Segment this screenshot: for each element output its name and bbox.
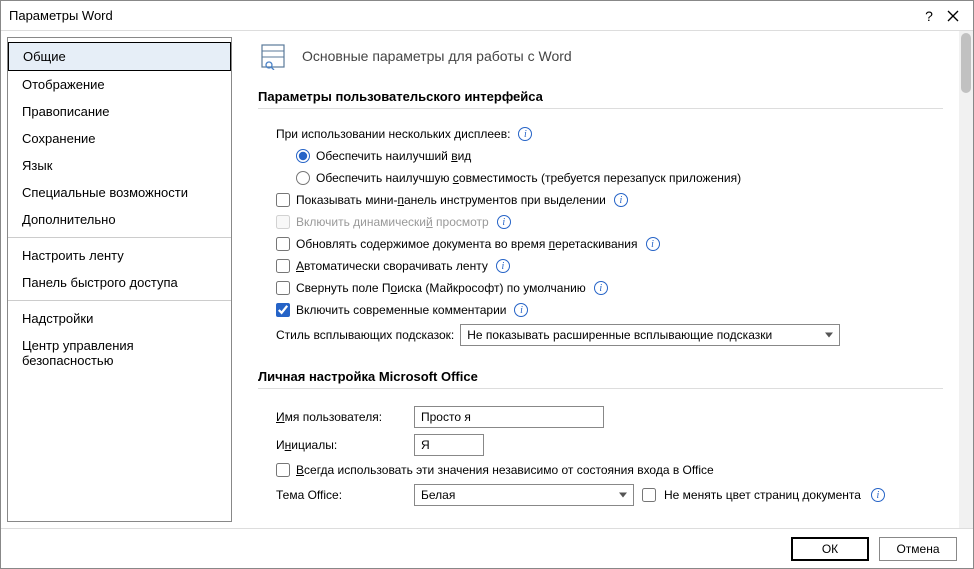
chk-always-use[interactable] xyxy=(276,463,290,477)
info-icon[interactable]: i xyxy=(496,259,510,273)
chk-modern-comments[interactable] xyxy=(276,303,290,317)
chk-auto-collapse-ribbon-label[interactable]: Автоматически сворачивать ленту xyxy=(296,259,488,273)
section-personal-title: Личная настройка Microsoft Office xyxy=(258,369,943,389)
help-icon[interactable]: ? xyxy=(917,4,941,28)
theme-dropdown[interactable]: Белая xyxy=(414,484,634,506)
sidebar-item-trust-center[interactable]: Центр управления безопасностью xyxy=(8,332,231,374)
content-pane: Основные параметры для работы с Word Пар… xyxy=(238,31,973,528)
close-icon[interactable] xyxy=(941,4,965,28)
tooltip-style-dropdown[interactable]: Не показывать расширенные всплывающие по… xyxy=(460,324,840,346)
initials-label: Инициалы: xyxy=(276,438,406,452)
section-ui-title: Параметры пользовательского интерфейса xyxy=(258,89,943,109)
window-title: Параметры Word xyxy=(9,8,917,23)
multi-display-label: При использовании нескольких дисплеев: xyxy=(276,127,510,141)
sidebar-item-language[interactable]: Язык xyxy=(8,152,231,179)
sidebar: Общие Отображение Правописание Сохранени… xyxy=(7,37,232,522)
ok-button[interactable]: ОК xyxy=(791,537,869,561)
chk-live-preview-label: Включить динамический просмотр xyxy=(296,215,489,229)
info-icon[interactable]: i xyxy=(614,193,628,207)
sidebar-item-customize-ribbon[interactable]: Настроить ленту xyxy=(8,242,231,269)
cancel-button[interactable]: Отмена xyxy=(879,537,957,561)
chk-mini-toolbar-label[interactable]: Показывать мини-панель инструментов при … xyxy=(296,193,606,207)
scrollbar[interactable] xyxy=(959,31,973,528)
username-label: Имя пользователя: xyxy=(276,410,406,424)
scrollbar-thumb[interactable] xyxy=(961,33,971,93)
sidebar-item-proofing[interactable]: Правописание xyxy=(8,98,231,125)
sidebar-item-save[interactable]: Сохранение xyxy=(8,125,231,152)
theme-value: Белая xyxy=(421,488,455,502)
radio-best-view[interactable] xyxy=(296,149,310,163)
radio-best-view-label[interactable]: Обеспечить наилучший вид xyxy=(316,149,471,163)
sidebar-separator xyxy=(8,237,231,238)
page-heading: Основные параметры для работы с Word xyxy=(302,48,572,64)
sidebar-item-general[interactable]: Общие xyxy=(8,42,231,71)
chk-modern-comments-label[interactable]: Включить современные комментарии xyxy=(296,303,506,317)
initials-input[interactable] xyxy=(414,434,484,456)
info-icon[interactable]: i xyxy=(497,215,511,229)
info-icon[interactable]: i xyxy=(871,488,885,502)
info-icon[interactable]: i xyxy=(514,303,528,317)
chk-collapse-search-label[interactable]: Свернуть поле Поиска (Майкрософт) по умо… xyxy=(296,281,586,295)
sidebar-item-advanced[interactable]: Дополнительно xyxy=(8,206,231,233)
chk-no-change-page-color[interactable] xyxy=(642,488,656,502)
chk-update-drag-label[interactable]: Обновлять содержимое документа во время … xyxy=(296,237,638,251)
tooltip-style-value: Не показывать расширенные всплывающие по… xyxy=(467,328,772,342)
info-icon[interactable]: i xyxy=(594,281,608,295)
info-icon[interactable]: i xyxy=(646,237,660,251)
chk-live-preview xyxy=(276,215,290,229)
chk-no-change-page-color-label[interactable]: Не менять цвет страниц документа xyxy=(664,488,861,502)
info-icon[interactable]: i xyxy=(518,127,532,141)
chk-update-drag[interactable] xyxy=(276,237,290,251)
settings-icon xyxy=(258,41,288,71)
chk-always-use-label[interactable]: Всегда использовать эти значения независ… xyxy=(296,463,714,477)
tooltip-style-label: Стиль всплывающих подсказок: xyxy=(276,328,454,342)
username-input[interactable] xyxy=(414,406,604,428)
sidebar-separator xyxy=(8,300,231,301)
radio-best-compat-label[interactable]: Обеспечить наилучшую совместимость (треб… xyxy=(316,171,741,185)
sidebar-item-display[interactable]: Отображение xyxy=(8,71,231,98)
chk-mini-toolbar[interactable] xyxy=(276,193,290,207)
sidebar-item-accessibility[interactable]: Специальные возможности xyxy=(8,179,231,206)
theme-label: Тема Office: xyxy=(276,488,406,502)
radio-best-compat[interactable] xyxy=(296,171,310,185)
sidebar-item-qat[interactable]: Панель быстрого доступа xyxy=(8,269,231,296)
chk-auto-collapse-ribbon[interactable] xyxy=(276,259,290,273)
sidebar-item-addins[interactable]: Надстройки xyxy=(8,305,231,332)
chk-collapse-search[interactable] xyxy=(276,281,290,295)
